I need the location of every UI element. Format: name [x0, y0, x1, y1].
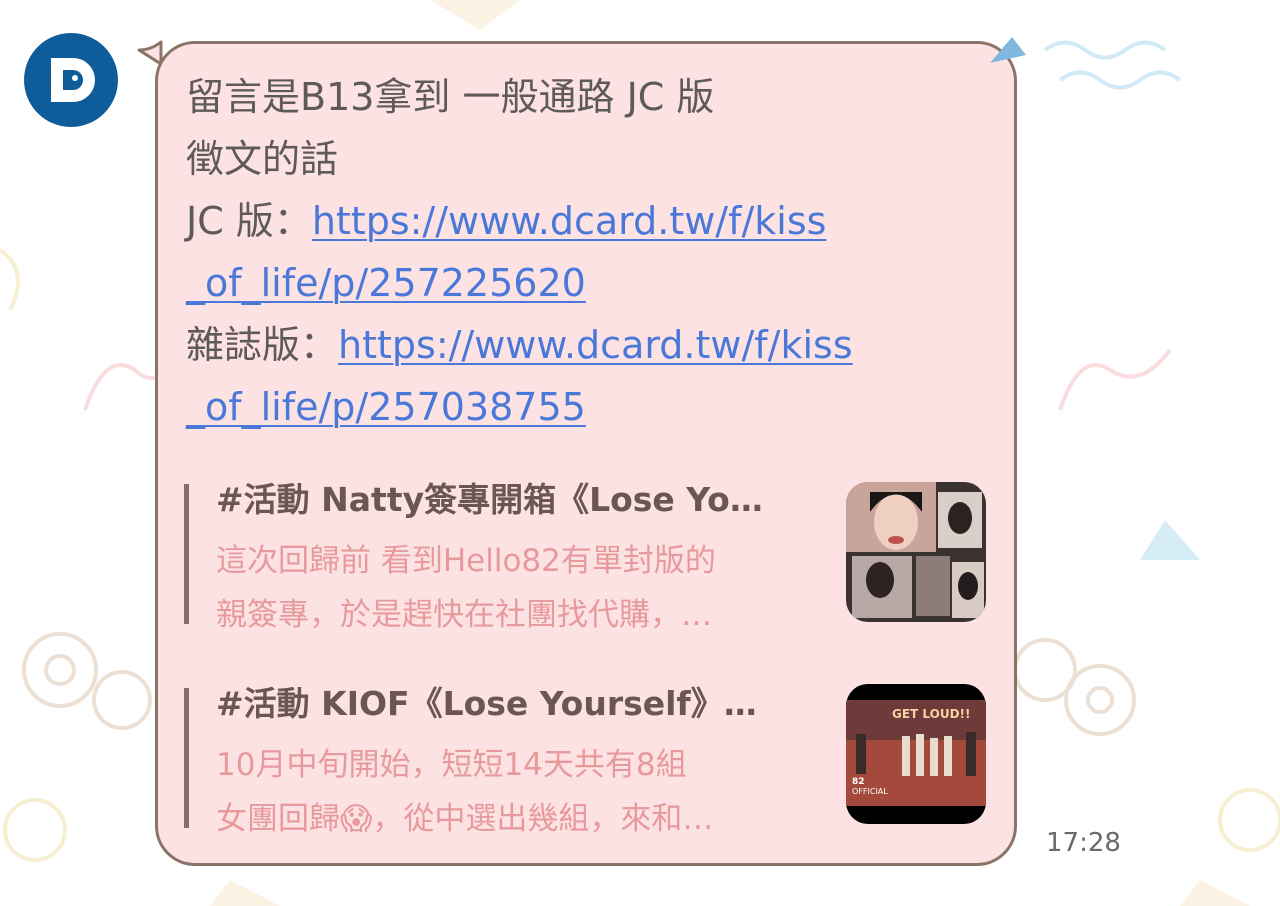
jc-link-continued[interactable]: _of_life/p/257225620	[186, 261, 586, 305]
official-logo-text: OFFICIAL	[852, 787, 888, 796]
magazine-label: 雜誌版：	[186, 323, 339, 367]
preview-title: #活動 KIOF《Lose Yourself》…	[216, 684, 757, 723]
message-timestamp: 17:28	[1046, 828, 1121, 858]
jc-link-row: JC 版：https://www.dcard.tw/f/kiss	[186, 190, 976, 252]
jc-link-row-cont: _of_life/p/257225620	[186, 252, 976, 314]
preview-thumbnail[interactable]	[846, 482, 986, 622]
link-preview-2[interactable]: #活動 KIOF《Lose Yourself》… 10月中旬開始，短短14天共有…	[184, 682, 989, 837]
official-logo-text: 82	[852, 777, 865, 787]
sender-avatar[interactable]	[24, 33, 118, 127]
preview-desc-text: ，從中選出幾組，來和…	[372, 801, 714, 837]
preview-desc-line: 女團回歸😱，從中選出幾組，來和…	[216, 792, 796, 846]
link-preview-1[interactable]: #活動 Natty簽專開箱《Lose Yo… 這次回歸前 看到Hello82有單…	[184, 478, 989, 633]
chat-screen: 留言是B13拿到 一般通路 JC 版 徵文的話 JC 版：https://www…	[0, 0, 1280, 906]
screaming-face-emoji-icon: 😱	[340, 801, 373, 837]
magazine-link-continued[interactable]: _of_life/p/257038755	[186, 385, 586, 429]
jc-link[interactable]: https://www.dcard.tw/f/kiss	[312, 199, 827, 243]
dcard-logo-icon	[51, 58, 95, 102]
album-photo-thumbnail	[846, 482, 986, 622]
message-line: 徵文的話	[186, 137, 339, 181]
preview-description: 10月中旬開始，短短14天共有8組 女團回歸😱，從中選出幾組，來和…	[216, 738, 796, 846]
preview-desc-line: 親簽專，於是趕快在社團找代購，…	[216, 597, 712, 633]
preview-quote-bar	[184, 484, 189, 624]
magazine-link-row: 雜誌版：https://www.dcard.tw/f/kiss	[186, 314, 976, 376]
bubble-accent-icon	[990, 37, 1026, 63]
preview-desc-line: 10月中旬開始，短短14天共有8組	[216, 747, 687, 783]
preview-quote-bar	[184, 688, 189, 828]
message-line: 留言是B13拿到 一般通路 JC 版	[186, 75, 715, 119]
jc-label: JC 版：	[186, 199, 312, 243]
thumbnail-caption: GET LOUD!!	[892, 707, 970, 721]
preview-description: 這次回歸前 看到Hello82有單封版的 親簽專，於是趕快在社團找代購，…	[216, 534, 796, 642]
message-text: 留言是B13拿到 一般通路 JC 版 徵文的話 JC 版：https://www…	[186, 66, 976, 438]
video-thumbnail: GET LOUD!! 82 OFFICIAL	[846, 684, 986, 824]
preview-thumbnail[interactable]: GET LOUD!! 82 OFFICIAL	[846, 684, 986, 824]
preview-desc-line: 這次回歸前 看到Hello82有單封版的	[216, 543, 716, 579]
magazine-link[interactable]: https://www.dcard.tw/f/kiss	[338, 323, 853, 367]
magazine-link-row-cont: _of_life/p/257038755	[186, 376, 976, 438]
preview-title: #活動 Natty簽專開箱《Lose Yo…	[216, 480, 763, 519]
preview-desc-text: 女團回歸	[216, 801, 340, 837]
